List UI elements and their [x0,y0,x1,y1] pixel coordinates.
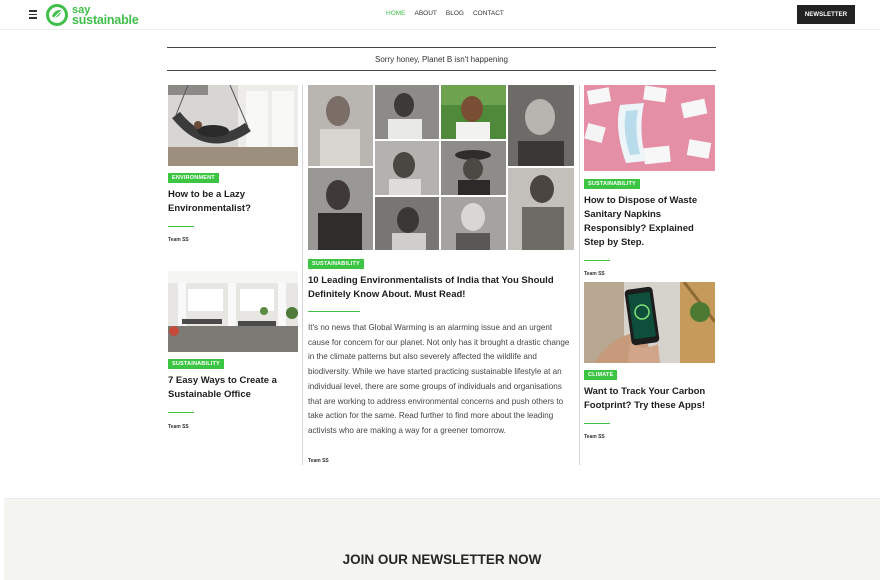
title-underline [168,412,194,413]
site-logo[interactable]: say sustainable [45,2,139,28]
title-line: Sanitary Napkins [584,209,662,220]
tagline: Sorry honey, Planet B isn't happening [167,47,716,71]
title-line: How to be a Lazy [168,189,246,200]
title-line: How to Dispose of Waste [584,195,698,206]
article-excerpt: It's no news that Global Warming is an a… [308,323,570,435]
title-underline [584,260,610,261]
article-author[interactable]: Team SS [168,237,189,243]
article-title[interactable]: 10 Leading Environmentalists of India th… [308,274,578,302]
article-image-environmentalists-collage[interactable] [308,85,574,250]
title-line: 10 Leading Environmentalists of India th… [308,275,554,286]
article-image-office[interactable] [168,271,298,352]
article-author[interactable]: Team SS [308,458,329,464]
newsletter-section: JOIN OUR NEWSLETTER NOW [4,498,880,580]
menu-icon[interactable] [29,10,37,21]
newsletter-heading: JOIN OUR NEWSLETTER NOW [342,552,542,567]
title-line: Environmentalist? [168,203,251,214]
title-underline [584,423,610,424]
nav-contact[interactable]: CONTACT [473,10,504,17]
nav-home[interactable]: HOME [386,10,406,17]
logo-text-line2: sustainable [72,13,139,27]
column-divider [302,85,303,465]
newsletter-button[interactable]: NEWSLETTER [797,5,855,24]
main-nav: HOME ABOUT BLOG CONTACT [386,10,504,17]
article-image-phone-app[interactable] [584,282,715,363]
category-badge[interactable]: ENVIRONMENT [168,173,219,183]
article-author[interactable]: Team SS [584,434,605,440]
category-badge[interactable]: SUSTAINABILITY [168,359,224,369]
title-underline [168,226,194,227]
article-image-hammock[interactable] [168,85,298,166]
title-line: Want to Track Your Carbon [584,386,706,397]
article-author[interactable]: Team SS [584,271,605,277]
logo-mark-icon [46,4,68,26]
title-line: Step by Step. [584,237,645,248]
article-title[interactable]: How to be a Lazy Environmentalist? [168,188,298,216]
article-image-sanitary-napkins[interactable] [584,85,715,171]
title-line: Sustainable Office [168,389,251,400]
category-badge[interactable]: SUSTAINABILITY [308,259,364,269]
article-author[interactable]: Team SS [168,424,189,430]
category-badge[interactable]: CLIMATE [584,370,618,380]
article-title[interactable]: How to Dispose of Waste Sanitary Napkins… [584,194,715,250]
title-line: Responsibly? Explained [584,223,694,234]
nav-blog[interactable]: BLOG [446,10,464,17]
column-divider [579,85,580,465]
title-line: 7 Easy Ways to Create a [168,375,277,386]
title-underline [308,311,360,312]
article-title[interactable]: Want to Track Your Carbon Footprint? Try… [584,385,715,413]
site-header: say sustainable HOME ABOUT BLOG CONTACT … [0,0,880,30]
category-badge[interactable]: SUSTAINABILITY [584,179,640,189]
title-line: Definitely Know About. Must Read! [308,289,466,300]
nav-about[interactable]: ABOUT [415,10,437,17]
article-title[interactable]: 7 Easy Ways to Create a Sustainable Offi… [168,374,298,402]
title-line: Footprint? Try these Apps! [584,400,706,411]
